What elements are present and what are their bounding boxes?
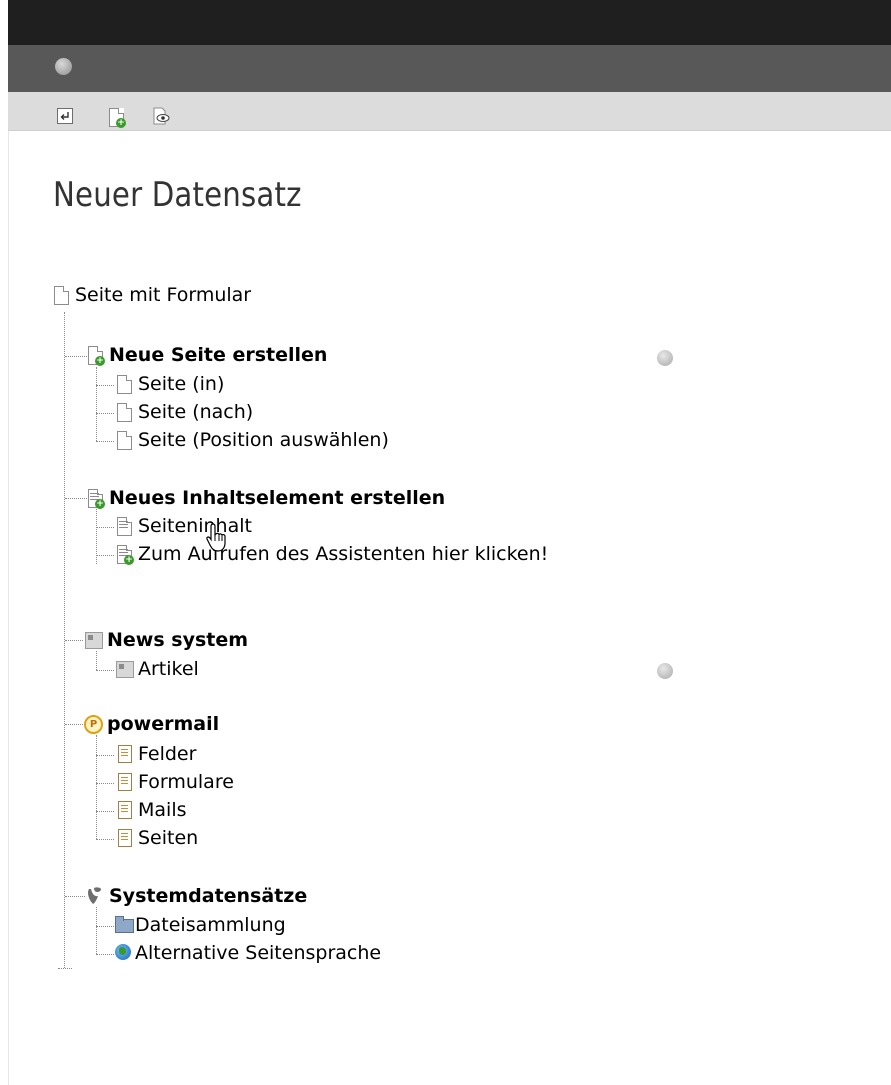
tree-sub-line xyxy=(96,367,97,441)
tree-branch xyxy=(96,527,114,528)
item-label: Zum Aufrufen des Assistenten hier klicke… xyxy=(138,543,549,565)
page-icon xyxy=(52,285,70,305)
item-label: Formulare xyxy=(138,771,234,793)
tree-branch xyxy=(96,755,114,756)
item-label: Dateisammlung xyxy=(135,914,286,936)
content-new-icon: + xyxy=(86,488,105,509)
group-label: powermail xyxy=(107,713,220,735)
page-icon xyxy=(115,402,133,422)
tree-branch xyxy=(96,413,114,414)
powermail-doc-icon xyxy=(115,828,133,848)
group-system-records: Systemdatensätze xyxy=(86,884,307,908)
tree-end-line xyxy=(58,968,72,969)
help-icon[interactable] xyxy=(657,350,673,366)
item-label: Seite (Position auswählen) xyxy=(138,429,389,451)
item-label: Felder xyxy=(138,743,197,765)
list-item[interactable]: Seite (nach) xyxy=(115,400,253,424)
tree-branch xyxy=(96,441,114,442)
page-new-icon: + xyxy=(86,345,105,366)
doc-header xyxy=(8,45,891,92)
view-page-button[interactable] xyxy=(151,107,170,125)
list-item[interactable]: Seiten xyxy=(115,826,198,850)
tree-branch xyxy=(96,555,114,556)
tree-branch xyxy=(96,670,114,671)
powermail-doc-icon xyxy=(115,772,133,792)
help-icon[interactable] xyxy=(657,663,673,679)
item-label: Artikel xyxy=(138,658,199,680)
tree-sub-line xyxy=(96,651,97,670)
tree-branch xyxy=(96,783,114,784)
item-label: Seite (nach) xyxy=(138,401,254,423)
page-title: Neuer Datensatz xyxy=(53,175,302,215)
tree-branch xyxy=(65,498,87,499)
list-item[interactable]: Alternative Seitensprache xyxy=(115,941,381,965)
group-label: Systemdatensätze xyxy=(109,885,308,907)
help-icon[interactable] xyxy=(55,58,72,75)
list-item[interactable]: Formulare xyxy=(115,770,234,794)
tree-branch xyxy=(96,811,114,812)
tree-branch xyxy=(96,385,114,386)
item-label: Alternative Seitensprache xyxy=(135,942,382,964)
list-item[interactable]: Artikel xyxy=(115,657,199,681)
list-item[interactable]: Felder xyxy=(115,742,196,766)
group-news-system: News system xyxy=(84,628,248,652)
tree-branch xyxy=(96,954,114,955)
list-item[interactable]: Dateisammlung xyxy=(115,913,286,937)
content-new-icon: + xyxy=(115,544,134,565)
top-bar xyxy=(8,0,891,45)
group-powermail: P powermail xyxy=(84,712,219,736)
page-icon xyxy=(115,374,133,394)
list-item[interactable]: Seiteninhalt xyxy=(115,514,252,538)
typo3-icon xyxy=(86,886,104,906)
tree-sub-line xyxy=(96,735,97,839)
tree-branch xyxy=(96,839,114,840)
tree-root-label: Seite mit Formular xyxy=(75,284,252,306)
content-icon xyxy=(115,516,133,536)
return-arrow-icon xyxy=(57,108,73,124)
group-label: News system xyxy=(107,629,249,651)
page-view-icon xyxy=(153,107,170,125)
tree-branch xyxy=(65,640,83,641)
tree-root[interactable]: Seite mit Formular xyxy=(52,283,251,307)
tree-sub-line xyxy=(96,907,97,954)
news-icon xyxy=(115,659,134,679)
powermail-doc-icon xyxy=(115,744,133,764)
list-item[interactable]: Seite (in) xyxy=(115,372,224,396)
group-new-page: + Neue Seite erstellen xyxy=(86,343,327,367)
content-edge xyxy=(8,131,9,1085)
page-new-icon: + xyxy=(107,107,126,128)
powermail-doc-icon xyxy=(115,800,133,820)
tree-branch xyxy=(65,896,85,897)
item-label: Seiten xyxy=(138,827,199,849)
item-label: Seite (in) xyxy=(138,373,225,395)
tree-branch xyxy=(65,724,83,725)
tree-branch xyxy=(65,356,87,357)
group-label: Neues Inhaltselement erstellen xyxy=(109,487,446,509)
folder-icon xyxy=(115,915,134,935)
toolbar xyxy=(8,92,891,131)
list-item[interactable]: Seite (Position auswählen) xyxy=(115,428,389,452)
new-page-button[interactable]: + xyxy=(107,107,126,128)
page-icon xyxy=(115,430,133,450)
back-button[interactable] xyxy=(56,107,74,125)
group-new-content: + Neues Inhaltselement erstellen xyxy=(86,486,445,510)
powermail-icon: P xyxy=(84,714,103,734)
item-label: Mails xyxy=(138,799,187,821)
group-label: Neue Seite erstellen xyxy=(109,344,328,366)
tree-branch xyxy=(96,926,114,927)
globe-icon xyxy=(115,943,133,963)
list-item[interactable]: Mails xyxy=(115,798,187,822)
item-label: Seiteninhalt xyxy=(138,515,252,537)
news-icon xyxy=(84,630,103,650)
list-item[interactable]: + Zum Aufrufen des Assistenten hier klic… xyxy=(115,542,548,566)
